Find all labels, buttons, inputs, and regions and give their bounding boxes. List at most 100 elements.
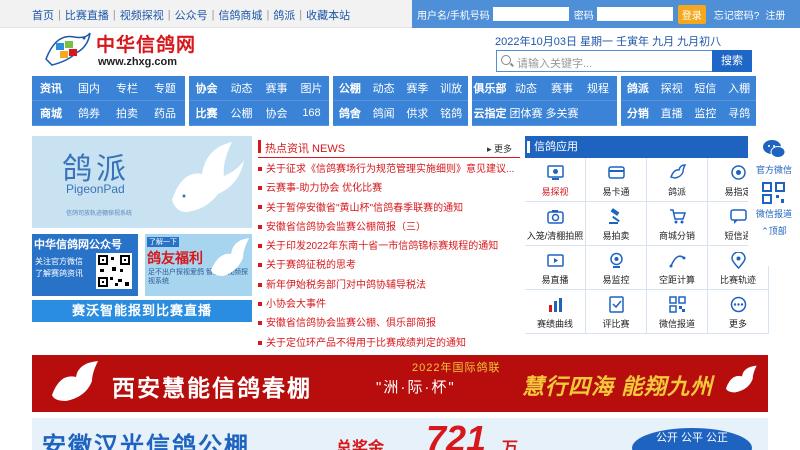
nav-item[interactable]: 鸽券 (70, 105, 108, 121)
nav-item[interactable]: 探视 (655, 80, 689, 96)
link-mall[interactable]: 信鸽商城 (218, 7, 262, 23)
register-link[interactable]: 注册 (765, 7, 785, 22)
nav-item[interactable]: 云指定 (472, 105, 508, 121)
nav-item[interactable]: 入棚 (722, 80, 756, 96)
app-item[interactable]: 微信报道 (647, 290, 708, 334)
nav-item[interactable]: 动态 (224, 80, 259, 96)
nav-item[interactable]: 商城 (32, 105, 70, 121)
nav-item[interactable]: 动态 (367, 80, 401, 96)
pigeonpad-banner[interactable]: 鸽派 PigeonPad 信鸽司放轨迹棚探视系统 (32, 136, 252, 228)
nav-item[interactable]: 鸽派 (621, 80, 655, 96)
nav-item[interactable]: 专题 (146, 80, 184, 96)
ad-banner-anhui[interactable]: 安徽汉光信鸽公棚 总奖金 721 万 公开 公平 公正 (32, 418, 768, 450)
search-input[interactable]: 请输入关键字... (496, 50, 716, 72)
nav-item[interactable]: 168 (294, 107, 329, 119)
scan-live-banner[interactable]: 赛沃智能报到比赛直播 (32, 300, 252, 322)
nav-item[interactable]: 公棚 (224, 105, 259, 121)
nav-block-club: 俱乐部 动态 赛事 规程 云指定 团体赛 多关赛 (472, 76, 617, 126)
link-pigeonpad[interactable]: 鸽派 (273, 7, 295, 23)
pigeonpad-subtitle: PigeonPad (66, 182, 125, 196)
news-item[interactable]: 安徽省信鸽协会监赛公棚简报（三） (258, 218, 520, 237)
app-item[interactable]: 空距计算 (647, 246, 708, 290)
official-account-box[interactable]: 中华信鸽网公众号 关注官方微信 了解赛鸽资讯 (32, 234, 138, 296)
site-logo[interactable]: 中华信鸽网 www.zhxg.com (40, 29, 210, 73)
news-item[interactable]: 关于征求《信鸽赛场行为规范管理实施细则》意见建议... (258, 160, 520, 179)
news-item[interactable]: 关于定位环产品不得用于比赛成绩判定的通知 (258, 334, 520, 353)
app-item[interactable]: 易直播 (525, 246, 586, 290)
nav-item[interactable]: 国内 (70, 80, 108, 96)
news-item[interactable]: 关于暂停安徽省"黄山杯"信鸽春季联赛的通知 (258, 199, 520, 218)
app-item[interactable]: 评比赛 (586, 290, 647, 334)
nav-item[interactable]: 训放 (434, 80, 468, 96)
link-home[interactable]: 首页 (32, 7, 54, 23)
nav-item[interactable]: 赛事 (544, 80, 580, 96)
nav-item[interactable]: 供求 (401, 105, 435, 121)
nav-item[interactable]: 动态 (508, 80, 544, 96)
link-official-account[interactable]: 公众号 (175, 7, 208, 23)
camera-icon (547, 208, 564, 225)
nav-item[interactable]: 直播 (655, 105, 689, 121)
nav-item[interactable]: 鸽闻 (367, 105, 401, 121)
link-video[interactable]: 视频探视 (120, 7, 164, 23)
link-live[interactable]: 比赛直播 (65, 7, 109, 23)
password-field[interactable] (596, 7, 673, 21)
back-to-top-button[interactable]: ⌃顶部 (748, 224, 800, 237)
username-field[interactable] (492, 7, 569, 21)
nav-item[interactable]: 分销 (621, 105, 655, 121)
password-label: 密码 (573, 10, 594, 22)
nav-item[interactable]: 比赛 (189, 105, 224, 121)
app-item[interactable]: 易卡通 (586, 158, 647, 202)
cart-icon (669, 208, 687, 225)
login-button[interactable]: 登录 (677, 4, 706, 24)
nav-item[interactable]: 赛事 (259, 80, 294, 96)
nav-item[interactable]: 拍卖 (108, 105, 146, 121)
app-item[interactable]: 赛绩曲线 (525, 290, 586, 334)
nav-block-news: 资讯 国内 专栏 专题 商城 鸽券 拍卖 药品 (32, 76, 185, 126)
more-news-link[interactable]: ▸ 更多 (487, 142, 512, 155)
ad-year: 2022年国际鸽联 (412, 362, 501, 374)
nav-item[interactable]: 协会 (189, 80, 224, 96)
wechat-link[interactable]: 官方微信 (748, 136, 800, 180)
nav-item[interactable]: 短信 (689, 80, 723, 96)
app-item[interactable]: 易拍卖 (586, 202, 647, 246)
login-box: 用户名/手机号码 密码 登录 忘记密码? 注册 (412, 0, 800, 28)
news-item[interactable]: 安徽省信鸽协会监赛公棚、俱乐部简报 (258, 314, 520, 333)
wechat-icon (763, 140, 786, 158)
app-label: 易卡通 (602, 187, 630, 197)
nav-item[interactable]: 公棚 (333, 80, 367, 96)
nav-item[interactable]: 赛季 (401, 80, 435, 96)
nav-item[interactable]: 资讯 (32, 80, 70, 96)
ad-slogan: 慧行四海 能翔九州 (522, 374, 714, 399)
nav-item[interactable]: 药品 (146, 105, 184, 121)
search-button[interactable]: 搜索 (712, 50, 752, 72)
nav-item[interactable]: 图片 (294, 80, 329, 96)
app-item[interactable]: 更多 (708, 290, 769, 334)
news-item[interactable]: 小协会大事件 (258, 295, 520, 314)
nav-item[interactable]: 团体赛 (508, 105, 544, 121)
app-label: 易拍卖 (602, 231, 630, 241)
nav-item[interactable]: 监控 (689, 105, 723, 121)
app-label: 鸽派 (667, 187, 686, 197)
app-item[interactable]: 商城分销 (647, 202, 708, 246)
nav-item[interactable]: 协会 (259, 105, 294, 121)
news-item[interactable]: 关于印发2022年东南十省一市信鸽锦标赛规程的通知 (258, 237, 520, 256)
news-item[interactable]: 关于赛鸽征税的思考 (258, 256, 520, 275)
app-item[interactable]: 入笼/清棚拍照 (525, 202, 586, 246)
nav-item[interactable]: 规程 (580, 80, 616, 96)
wechat-report-link[interactable]: 微信报道 (748, 180, 800, 224)
news-item[interactable]: 新年伊始税务部门对中鸽协辅导税法 (258, 276, 520, 295)
nav-item[interactable]: 多关赛 (544, 105, 580, 121)
link-bookmark[interactable]: 收藏本站 (306, 7, 350, 23)
forgot-password-link[interactable]: 忘记密码? (714, 7, 760, 22)
nav-item[interactable]: 铭鸽 (434, 105, 468, 121)
app-item[interactable]: 易探视 (525, 158, 586, 202)
nav-item[interactable]: 寻鸽 (722, 105, 756, 121)
ad-banner-xian[interactable]: 2022年国际鸽联 西安慧能信鸽春棚 "洲·际·杯" 慧行四海 能翔九州 (32, 355, 768, 412)
app-item[interactable]: 易监控 (586, 246, 647, 290)
nav-item[interactable]: 专栏 (108, 80, 146, 96)
news-item[interactable]: 云赛事-助力协会 优化比赛 (258, 179, 520, 198)
app-item[interactable]: 鸽派 (647, 158, 708, 202)
nav-item[interactable]: 俱乐部 (472, 80, 508, 96)
fuli-banner[interactable]: 了解一下 鸽友福利 足不出户探视爱鸽 智能型视频探视系统 (145, 234, 252, 296)
nav-item[interactable]: 鸽舍 (333, 105, 367, 121)
